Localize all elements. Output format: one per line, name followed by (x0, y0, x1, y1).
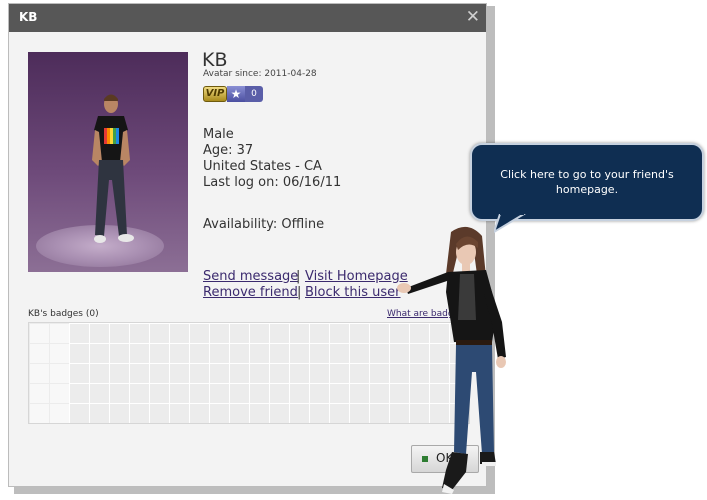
dialog-titlebar: KB ✕ (9, 4, 486, 32)
avatar-since-text: Avatar since: 2011-04-28 (203, 69, 317, 79)
last-logon-text: Last log on: 06/16/11 (203, 175, 342, 190)
separator: | (297, 285, 302, 300)
star-icon: ★ (227, 86, 245, 102)
dialog-title: KB (19, 10, 38, 24)
location-text: United States - CA (203, 159, 322, 174)
remove-friend-link[interactable]: Remove friend (203, 285, 298, 300)
tooltip-bubble: Click here to go to your friend's homepa… (470, 143, 704, 221)
avatar-figure (92, 94, 134, 243)
age-text: Age: 37 (203, 143, 254, 158)
star-count: 0 (245, 86, 263, 102)
profile-name: KB (202, 49, 228, 71)
badges-label: KB's badges (0) (28, 309, 99, 319)
tooltip-text: Click here to go to your friend's homepa… (500, 168, 674, 196)
send-message-link[interactable]: Send message (203, 269, 298, 284)
availability-text: Availability: Offline (203, 217, 325, 232)
vip-badge: VIP (203, 86, 227, 102)
avatar-image (28, 52, 188, 272)
gender-text: Male (203, 127, 234, 142)
separator: | (296, 269, 301, 284)
block-user-link[interactable]: Block this user (305, 285, 401, 300)
badges-grid-column (29, 323, 69, 423)
guide-character (397, 226, 506, 494)
close-icon[interactable]: ✕ (466, 7, 480, 27)
visit-homepage-link[interactable]: Visit Homepage (305, 269, 408, 284)
